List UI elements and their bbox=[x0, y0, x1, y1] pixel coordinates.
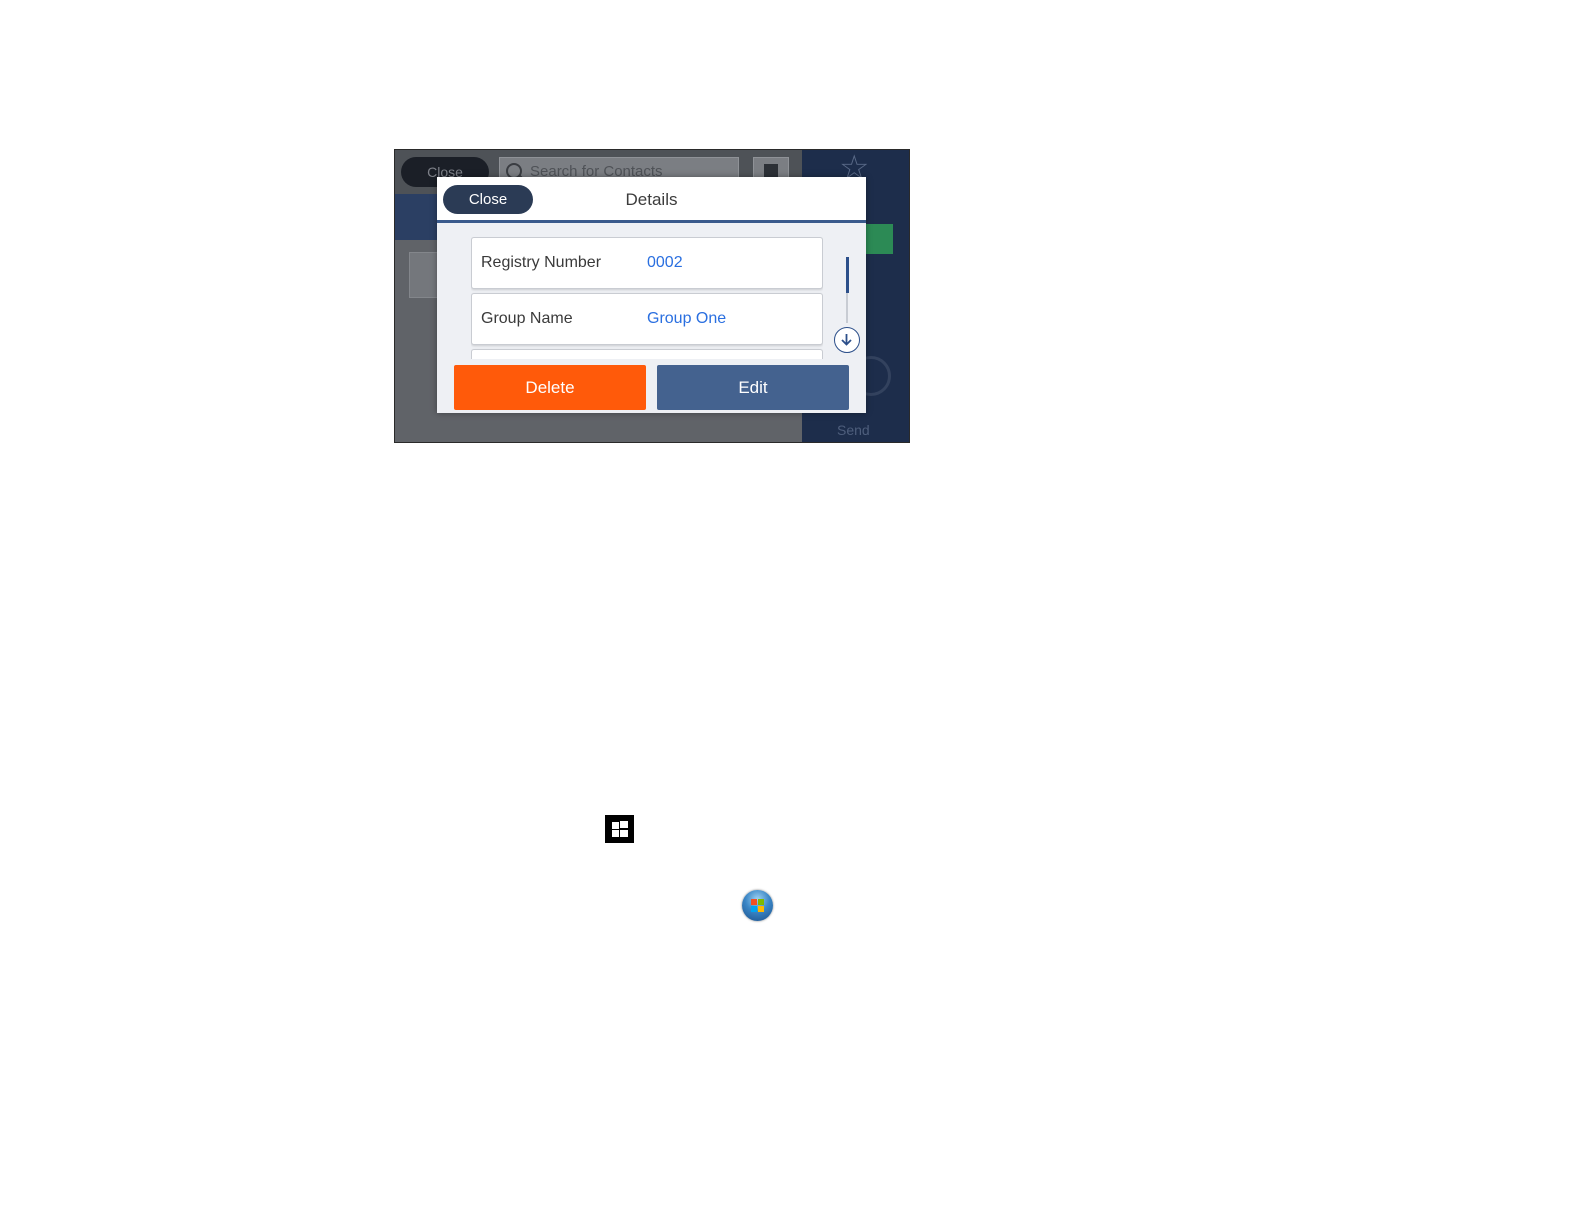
registry-number-row[interactable]: Registry Number 0002 bbox=[471, 237, 823, 289]
close-button[interactable]: Close bbox=[443, 185, 533, 214]
printer-control-panel-screen: Close Search for Contacts ☆ Send Details… bbox=[394, 149, 910, 443]
details-dialog: Details Close Registry Number 0002 Group… bbox=[437, 177, 866, 413]
row-value: Group One bbox=[647, 310, 727, 327]
row-value: 0002 bbox=[647, 254, 683, 271]
dialog-header: Details Close bbox=[437, 177, 866, 223]
scrollbar-thumb[interactable] bbox=[846, 257, 849, 293]
edit-button[interactable]: Edit bbox=[657, 365, 849, 410]
windows-logo-icon bbox=[605, 815, 634, 843]
row-label: Group Name bbox=[481, 310, 573, 327]
group-name-row[interactable]: Group Name Group One bbox=[471, 293, 823, 345]
details-list: Registry Number 0002 Group Name Group On… bbox=[471, 237, 823, 359]
background-send-label: Send bbox=[837, 422, 870, 438]
arrow-down-circle-icon[interactable] bbox=[834, 327, 860, 353]
row-label: Registry Number bbox=[481, 254, 602, 271]
delete-button[interactable]: Delete bbox=[454, 365, 646, 410]
windows-orb-icon bbox=[742, 890, 773, 921]
list-item[interactable] bbox=[471, 349, 823, 359]
background-green-indicator bbox=[865, 224, 893, 254]
